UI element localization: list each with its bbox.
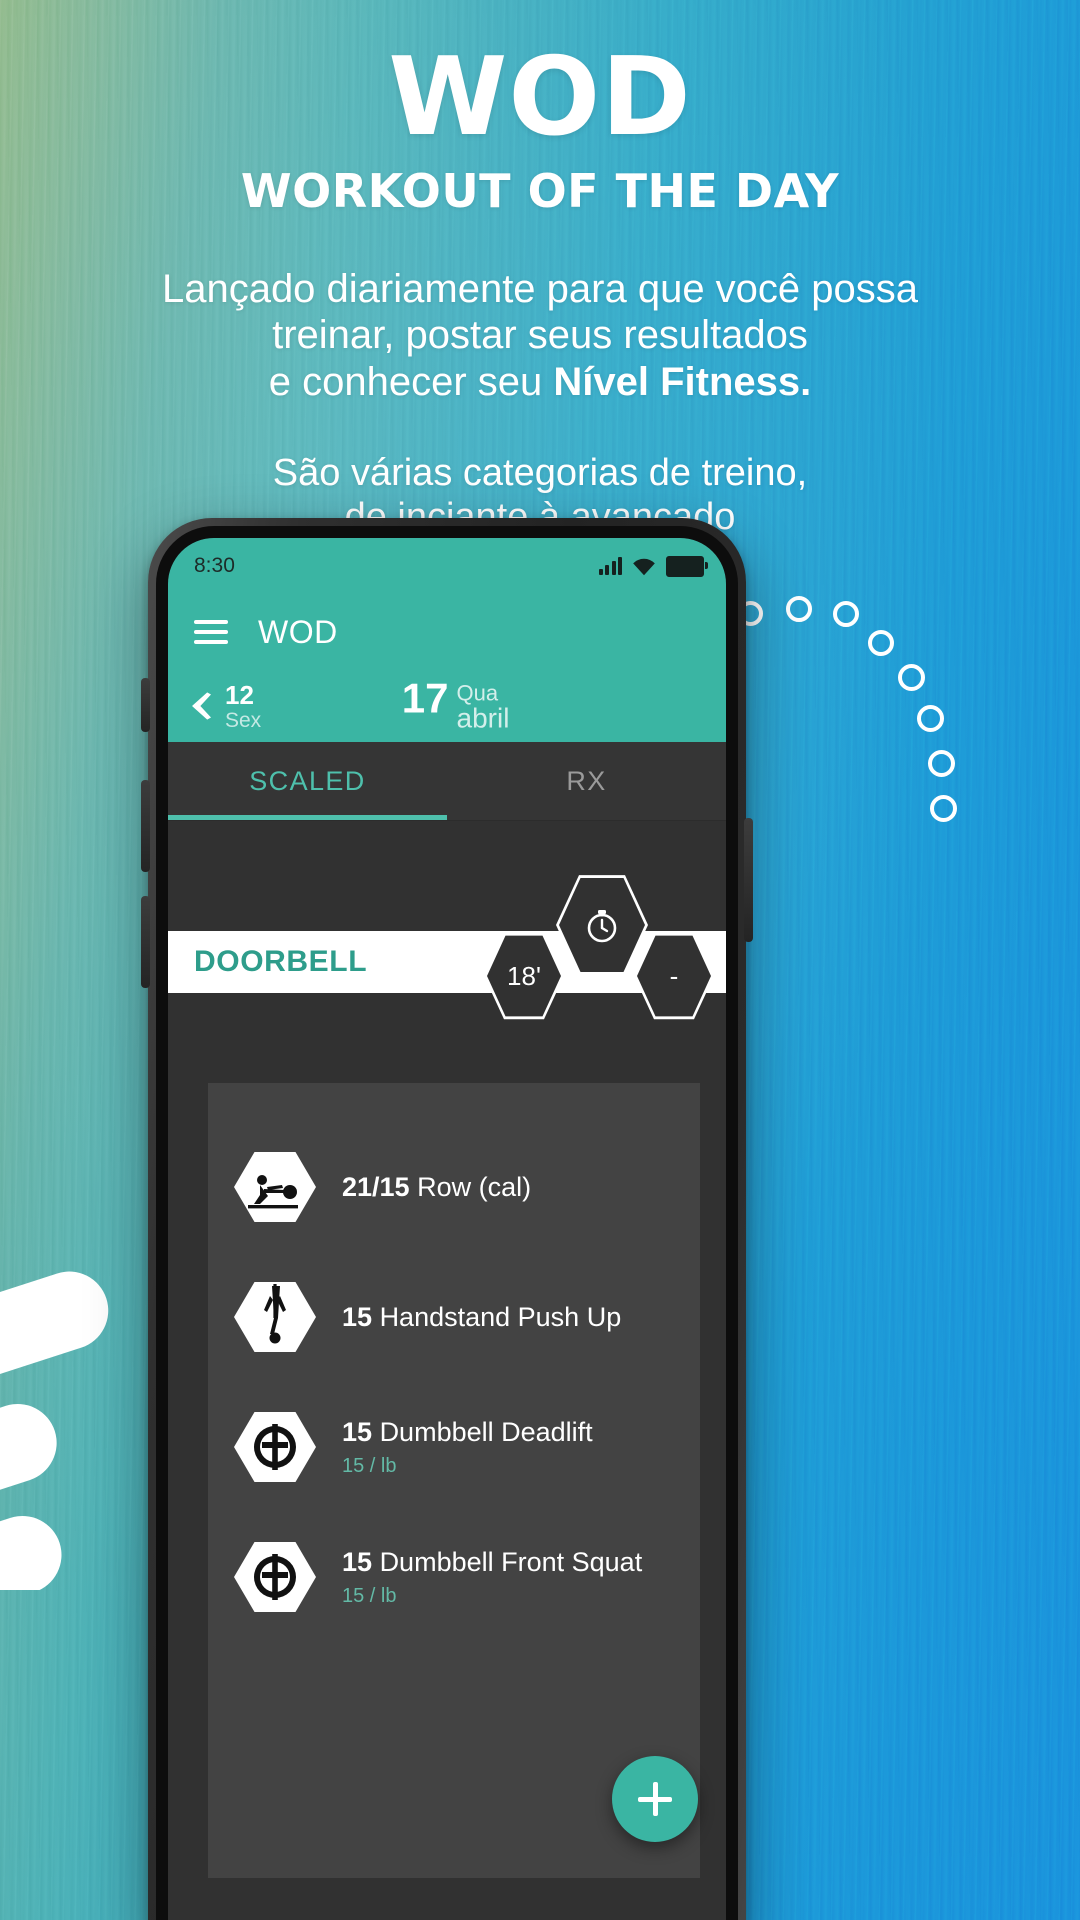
poster-canvas: WOD WORKOUT OF THE DAY Lançado diariamen… <box>0 0 1080 1920</box>
decor-dot <box>930 795 957 822</box>
workout-badges: 18' - <box>484 875 714 1023</box>
wifi-icon <box>633 558 655 575</box>
promo-copy: WOD WORKOUT OF THE DAY Lançado diariamen… <box>0 0 1080 539</box>
list-item-content: 15 Handstand Push Up <box>342 1301 621 1333</box>
list-item-content: 15 Dumbbell Deadlift 15 / lb <box>342 1416 593 1477</box>
dumbbell-icon <box>234 1536 316 1618</box>
list-item[interactable]: 15 Dumbbell Front Squat 15 / lb <box>208 1525 700 1629</box>
list-item-content: 21/15 Row (cal) <box>342 1171 531 1203</box>
app-bar: WOD <box>168 594 726 670</box>
signal-bars-icon <box>598 557 622 575</box>
exercise-reps: 21/15 <box>342 1171 410 1202</box>
exercise-reps: 15 <box>342 1417 373 1448</box>
decor-dot <box>833 601 859 627</box>
promo-p1-line2: treinar, postar seus resultados <box>272 313 808 358</box>
rowing-machine-icon <box>234 1146 316 1228</box>
date-navigation-bar: 12 Sex 17 Qua abril <box>168 670 726 742</box>
tab-rx[interactable]: RX <box>447 742 726 820</box>
date-prev-day-number: 12 <box>225 679 254 710</box>
workout-score-label: - <box>669 960 679 991</box>
exercise-list: 21/15 Row (cal) 15 Handstand Push Up 15 … <box>208 1083 700 1878</box>
phone-mockup: 8:30 WOD 12 Sex 17 Qua abril SCALED RX D… <box>141 518 753 1920</box>
app-root: 8:30 WOD 12 Sex 17 Qua abril SCALED RX D… <box>168 538 726 1920</box>
phone-screen: 8:30 WOD 12 Sex 17 Qua abril SCALED RX D… <box>168 538 726 1920</box>
phone-button-volume-up[interactable] <box>141 780 150 872</box>
exercise-weight: 15 / lb <box>342 1454 397 1477</box>
exercise-name: Row (cal) <box>417 1171 532 1202</box>
exercise-name: Dumbbell Front Squat <box>379 1547 643 1578</box>
decor-dot <box>786 596 812 622</box>
workout-timer-badge[interactable] <box>556 873 648 977</box>
status-bar-icons <box>598 555 708 577</box>
exercise-name: Handstand Push Up <box>379 1301 622 1332</box>
exercise-text: 15 Dumbbell Deadlift <box>342 1416 593 1448</box>
exercise-weight: 15 / lb <box>342 1584 397 1607</box>
promo-p1-line3-bold: Nível Fitness. <box>553 359 812 404</box>
battery-icon <box>666 555 708 577</box>
app-bar-title: WOD <box>258 613 338 650</box>
workout-duration-label: 18' <box>507 960 541 991</box>
phone-button-power[interactable] <box>744 818 753 942</box>
promo-p1-line3-plain: e conhecer seu <box>268 359 554 404</box>
status-bar-time: 8:30 <box>194 554 235 577</box>
workout-name: DOORBELL <box>194 945 368 978</box>
workout-content: DOORBELL 18' - 21/15 Row (cal) 15 Handst… <box>168 821 726 1920</box>
category-tabs: SCALED RX <box>168 742 726 821</box>
exercise-text: 15 Handstand Push Up <box>342 1301 621 1333</box>
list-item[interactable]: 15 Dumbbell Deadlift 15 / lb <box>208 1395 700 1499</box>
exercise-reps: 15 <box>342 1301 373 1332</box>
promo-subtitle: WORKOUT OF THE DAY <box>240 164 840 218</box>
exercise-text: 15 Dumbbell Front Squat <box>342 1546 642 1578</box>
exercise-name: Dumbbell Deadlift <box>379 1417 593 1448</box>
list-item[interactable]: 15 Handstand Push Up <box>208 1265 700 1369</box>
chevron-left-icon[interactable] <box>192 689 211 723</box>
promo-p1-line3: e conhecer seu Nível Fitness. <box>0 359 1080 405</box>
date-current[interactable]: 17 Qua abril <box>401 674 510 734</box>
handstand-pushup-icon <box>234 1276 316 1358</box>
promo-title: WOD <box>388 35 692 160</box>
decor-dot <box>868 630 894 656</box>
phone-button-volume-down[interactable] <box>141 896 150 988</box>
status-bar: 8:30 <box>168 538 726 594</box>
decor-dot <box>917 705 944 732</box>
promo-paragraph-1: Lançado diariamente para que você possa … <box>0 266 1080 405</box>
date-current-weekday: Qua <box>456 680 499 706</box>
date-current-month: abril <box>456 702 510 734</box>
workout-duration-badge[interactable]: 18' <box>484 931 564 1021</box>
date-prev-button[interactable]: 12 Sex <box>225 682 261 731</box>
date-prev-weekday: Sex <box>225 708 262 732</box>
promo-p1-line1: Lançado diariamente para que você possa <box>161 267 919 311</box>
exercise-text: 21/15 Row (cal) <box>342 1171 531 1203</box>
decor-dot <box>898 664 925 691</box>
date-current-stack: Qua abril <box>456 680 510 734</box>
promo-p2-line1: São várias categorias de treino, <box>272 452 808 495</box>
hamburger-menu-icon[interactable] <box>194 620 228 644</box>
tab-scaled[interactable]: SCALED <box>168 742 447 820</box>
exercise-reps: 15 <box>342 1547 373 1578</box>
list-item-content: 15 Dumbbell Front Squat 15 / lb <box>342 1546 642 1607</box>
stopwatch-icon <box>587 910 617 943</box>
dumbbell-icon <box>234 1406 316 1488</box>
decor-dot <box>928 750 955 777</box>
phone-button-silent[interactable] <box>141 678 150 732</box>
add-button[interactable] <box>612 1756 698 1842</box>
date-current-day-number: 17 <box>401 674 449 722</box>
list-item[interactable]: 21/15 Row (cal) <box>208 1135 700 1239</box>
